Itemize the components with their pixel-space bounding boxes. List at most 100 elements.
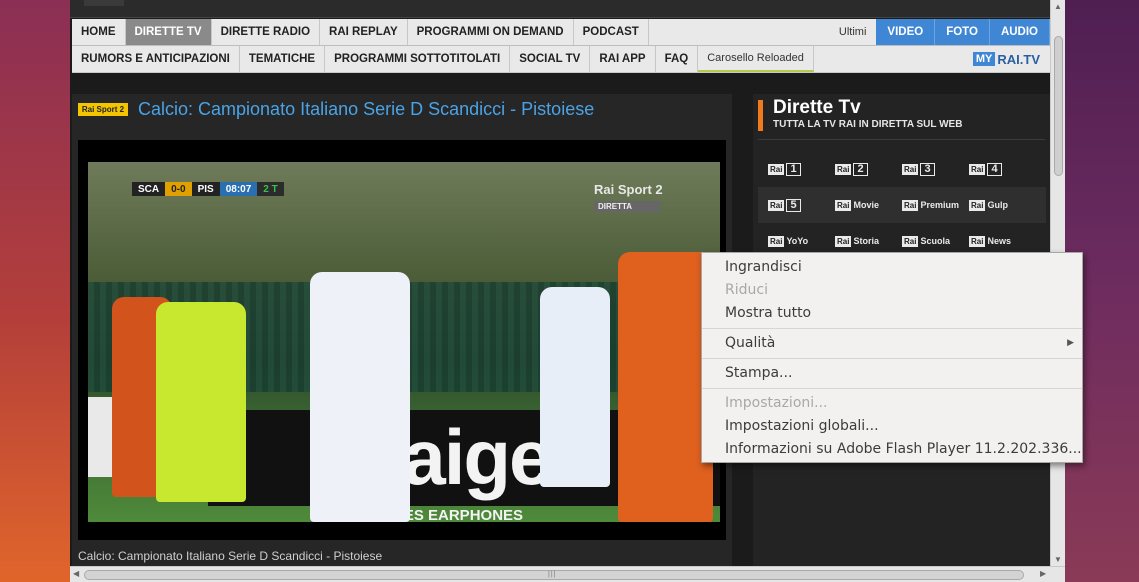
- referee-yellow: [156, 302, 246, 502]
- score-value: 0-0: [165, 182, 192, 196]
- video-scoreboard: SCA 0-0 PIS 08:07 2 T: [132, 182, 284, 196]
- horizontal-scrollbar[interactable]: ◀ ||| ▶: [70, 566, 1065, 582]
- channel-rai-movie[interactable]: Rai Movie: [825, 199, 892, 211]
- player-orange-6: [618, 252, 713, 522]
- channel-label: YoYo: [786, 236, 809, 246]
- video-section: Rai Sport 2 Calcio: Campionato Italiano …: [72, 94, 732, 568]
- score-away-team: PIS: [191, 182, 220, 196]
- channel-label: Premium: [920, 200, 959, 210]
- channel-label: 3: [920, 162, 935, 176]
- rai-prefix: Rai: [768, 235, 785, 247]
- channel-rai-gulp[interactable]: Rai Gulp: [959, 199, 1026, 211]
- rai-prefix: Rai: [835, 163, 852, 175]
- scroll-left-arrow-icon[interactable]: ◀: [73, 569, 79, 578]
- nav-dirette-tv[interactable]: DIRETTE TV: [125, 19, 212, 45]
- rai-prefix: Rai: [969, 163, 986, 175]
- nav-carosello-reloaded[interactable]: Carosello Reloaded: [698, 46, 814, 72]
- menu-ingrandisci[interactable]: Ingrandisci: [702, 256, 1082, 279]
- nav-programmi-on-demand[interactable]: PROGRAMMI ON DEMAND: [408, 19, 574, 45]
- menu-informazioni-flash[interactable]: Informazioni su Adobe Flash Player 11.2.…: [702, 438, 1082, 461]
- channel-bug-name: Rai Sport 2: [594, 182, 663, 197]
- myrai-my: MY: [972, 52, 996, 66]
- menu-separator: [702, 328, 1082, 329]
- myrai-logo[interactable]: MY RAI.TV: [972, 46, 1050, 72]
- score-home-team: SCA: [132, 182, 166, 196]
- channel-rai-storia[interactable]: Rai Storia: [825, 235, 892, 247]
- channel-rai-premium[interactable]: Rai Premium: [892, 199, 959, 211]
- score-time: 08:07: [219, 182, 258, 196]
- nav-rumors[interactable]: RUMORS E ANTICIPAZIONI: [72, 46, 240, 72]
- channel-rai-3[interactable]: Rai 3: [892, 162, 959, 176]
- scroll-grip-icon: |||: [548, 571, 557, 578]
- nav-rai-replay[interactable]: RAI REPLAY: [320, 19, 408, 45]
- player-white-right: [540, 287, 610, 487]
- rai-prefix: Rai: [835, 235, 852, 247]
- sidebar-subtitle: TUTTA LA TV RAI IN DIRETTA SUL WEB: [773, 119, 963, 130]
- player-white-7: [310, 272, 410, 522]
- menu-stampa[interactable]: Stampa...: [702, 362, 1082, 385]
- sidebar-title: Dirette Tv: [773, 97, 861, 118]
- menu-qualita[interactable]: Qualità ▶: [702, 332, 1082, 355]
- channel-row: Rai 5 Rai Movie Rai Premium Rai Gulp: [758, 187, 1046, 223]
- rai-prefix: Rai: [902, 199, 919, 211]
- primary-nav: HOME DIRETTE TV DIRETTE RADIO RAI REPLAY…: [72, 19, 1050, 46]
- channel-label: 1: [786, 162, 801, 176]
- myrai-label: RAI.TV: [997, 51, 1040, 67]
- channel-label: Storia: [853, 236, 879, 246]
- channel-rai-yoyo[interactable]: Rai YoYo: [758, 235, 825, 247]
- vertical-scroll-thumb[interactable]: [1054, 36, 1063, 176]
- scroll-down-arrow-icon[interactable]: ▼: [1054, 555, 1062, 564]
- menu-riduci: Riduci: [725, 282, 768, 298]
- nav-rai-app[interactable]: RAI APP: [590, 46, 656, 72]
- rai-prefix: Rai: [768, 199, 785, 211]
- channel-bug: Rai Sport 2 DIRETTA: [594, 182, 674, 222]
- channel-label: 2: [853, 162, 868, 176]
- rai-prefix: Rai: [969, 199, 986, 211]
- nav-podcast[interactable]: PODCAST: [574, 19, 649, 45]
- channel-rai-scuola[interactable]: Rai Scuola: [892, 235, 959, 247]
- video-title[interactable]: Calcio: Campionato Italiano Serie D Scan…: [138, 99, 594, 120]
- menu-impostazioni: Impostazioni...: [725, 395, 828, 411]
- channel-label: News: [987, 236, 1011, 246]
- rai-prefix: Rai: [969, 235, 986, 247]
- video-caption: Calcio: Campionato Italiano Serie D Scan…: [78, 549, 383, 563]
- rai-prefix: Rai: [902, 235, 919, 247]
- scroll-right-arrow-icon[interactable]: ▶: [1040, 569, 1046, 578]
- nav-programmi-sottotitolati[interactable]: PROGRAMMI SOTTOTITOLATI: [325, 46, 511, 72]
- nav-tematiche[interactable]: TEMATICHE: [240, 46, 326, 72]
- nav-foto[interactable]: FOTO: [935, 19, 990, 45]
- channel-rai-2[interactable]: Rai 2: [825, 162, 892, 176]
- score-half: 2 T: [257, 182, 284, 196]
- channel-grid: Rai 1 Rai 2 Rai 3 Rai 4 Rai 5 Rai Movie Rai Pre…: [758, 151, 1046, 259]
- channel-rai-4[interactable]: Rai 4: [959, 162, 1026, 176]
- rai-sport-2-logo: Rai Sport 2: [78, 103, 128, 116]
- channel-rai-5[interactable]: Rai 5: [758, 198, 825, 212]
- nav-video[interactable]: VIDEO: [876, 19, 936, 45]
- channel-label: Gulp: [987, 200, 1008, 210]
- video-frame: Haige HEADPHONES EARPHONES SCA 0-0 PIS 0…: [88, 162, 720, 522]
- rai-prefix: Rai: [902, 163, 919, 175]
- menu-qualita-label: Qualità: [725, 335, 776, 351]
- nav-faq[interactable]: FAQ: [656, 46, 699, 72]
- sidebar-divider: [758, 139, 1045, 140]
- flash-video-player[interactable]: Haige HEADPHONES EARPHONES SCA 0-0 PIS 0…: [78, 140, 726, 540]
- flash-context-menu: Ingrandisci Riduci Mostra tutto Qualità …: [701, 252, 1083, 463]
- menu-impostazioni-globali[interactable]: Impostazioni globali...: [702, 415, 1082, 438]
- channel-rai-news[interactable]: Rai News: [959, 235, 1026, 247]
- channel-label: 4: [987, 162, 1002, 176]
- channel-label: Scuola: [920, 236, 950, 246]
- nav-home[interactable]: HOME: [72, 19, 126, 45]
- tab-stub: [84, 0, 124, 6]
- nav-social-tv[interactable]: SOCIAL TV: [510, 46, 591, 72]
- nav-audio[interactable]: AUDIO: [989, 19, 1050, 45]
- rai-prefix: Rai: [768, 163, 785, 175]
- channel-bug-live: DIRETTA: [594, 201, 660, 212]
- channel-row: Rai 1 Rai 2 Rai 3 Rai 4: [758, 151, 1046, 187]
- channel-rai-1[interactable]: Rai 1: [758, 162, 825, 176]
- scroll-up-arrow-icon[interactable]: ▲: [1054, 2, 1062, 11]
- channel-label: 5: [786, 198, 801, 212]
- nav-ultimi-label: Ultimi: [838, 26, 867, 38]
- menu-mostra-tutto[interactable]: Mostra tutto: [702, 302, 1082, 325]
- nav-dirette-radio[interactable]: DIRETTE RADIO: [212, 19, 321, 45]
